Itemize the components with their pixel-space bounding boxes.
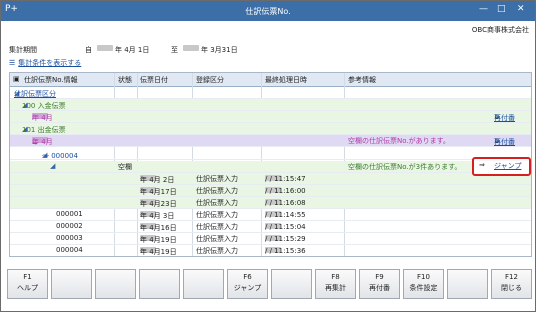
close-button[interactable]: ✕	[517, 4, 525, 14]
col-info: 参考情報	[348, 76, 376, 84]
maximize-button[interactable]: □	[497, 4, 506, 14]
tree-root-row[interactable]: ◢ 仕訳伝票区分	[10, 87, 531, 99]
fkey-blank-button[interactable]	[95, 269, 136, 299]
blank-summary-row[interactable]: ◢ 空欄 空欄の仕訳伝票No.が3件あります。	[10, 161, 531, 173]
jump-link-label: ジャンプ	[494, 162, 522, 170]
fkey-blank-button[interactable]	[447, 269, 488, 299]
period-to-label: 至	[171, 46, 178, 54]
collapse-triangle-icon[interactable]: ◢	[50, 162, 55, 170]
col-status: 状態	[118, 76, 132, 84]
withdraw-label: 101 出金伝票	[22, 126, 66, 134]
f8-recalc-button[interactable]: F8 再集計	[315, 269, 356, 299]
period-from-value: 年 4月 1日	[115, 46, 150, 54]
f9-reissue-button[interactable]: F9 再付番	[359, 269, 400, 299]
table-row[interactable]: 年 4月 2日 仕訳伝票入力 / / 11:15:47	[10, 173, 531, 185]
grid-header: ▣ 仕訳伝票No.情報 状態 伝票日付 登録区分 最終処理日時 参考情報	[10, 73, 531, 87]
period-to-value: 年 3月31日	[201, 46, 238, 54]
withdraw-info: 空欄の仕訳伝票No.があります。	[348, 137, 450, 145]
jump-icon: ⇒	[479, 161, 485, 169]
table-row[interactable]: 年 4月17日 仕訳伝票入力 / / 11:16:00	[10, 185, 531, 197]
blank-info: 空欄の仕訳伝票No.が3件あります。	[348, 163, 462, 171]
range-label: ～ 000004	[42, 152, 78, 160]
col-date: 伝票日付	[140, 76, 168, 84]
col-register: 登録区分	[196, 76, 224, 84]
tree-deposit-year-row[interactable]: ▶年 4月 ↻ 再付番	[10, 111, 531, 123]
minimize-button[interactable]: —	[479, 4, 488, 14]
f12-close-button[interactable]: F12 閉じる	[491, 269, 532, 299]
voucher-grid: ▣ 仕訳伝票No.情報 状態 伝票日付 登録区分 最終処理日時 参考情報 ◢ 仕訳…	[9, 72, 532, 257]
blank-status: 空欄	[118, 163, 132, 171]
table-row[interactable]: 000001 年 4月 3日 仕訳伝票入力 / / 11:14:55	[10, 209, 531, 221]
deposit-label: 100 入金伝票	[22, 102, 66, 110]
tree-deposit-row[interactable]: ◢ 100 入金伝票	[10, 99, 531, 111]
list-icon: ☰	[9, 59, 16, 67]
fkey-blank-button[interactable]	[51, 269, 92, 299]
tree-withdraw-row[interactable]: ◢ 101 出金伝票	[10, 123, 531, 135]
tree-withdraw-year-row[interactable]: ◢年 4月 空欄の仕訳伝票No.があります。 ↻ 再付番	[10, 135, 531, 147]
fkey-blank-button[interactable]	[183, 269, 224, 299]
jump-link[interactable]: ⇒ ジャンプ	[472, 157, 531, 176]
deposit-year-label: 年 4月	[32, 114, 53, 122]
show-conditions-link[interactable]: ☰ 集計条件を表示する	[9, 58, 81, 68]
f6-jump-button[interactable]: F6 ジャンプ	[227, 269, 268, 299]
fkey-blank-button[interactable]	[139, 269, 180, 299]
tree-root-label: 仕訳伝票区分	[14, 90, 56, 98]
table-row[interactable]: 000003 年 4月19日 仕訳伝票入力 / / 11:15:29	[10, 233, 531, 245]
table-row[interactable]: 年 4月23日 仕訳伝票入力 / / 11:16:08	[10, 197, 531, 209]
f1-help-button[interactable]: F1 ヘルプ	[7, 269, 48, 299]
table-row[interactable]: 000004 年 4月19日 仕訳伝票入力 / / 11:15:36	[10, 245, 531, 256]
period-label: 集計期間	[9, 46, 37, 54]
app-window: P+ 仕訳伝票No. — □ ✕ OBC商事株式会社 集計期間 自 年 4月 1…	[0, 0, 536, 312]
f10-conditions-button[interactable]: F10 条件設定	[403, 269, 444, 299]
title-bar: P+ 仕訳伝票No. — □ ✕	[1, 1, 535, 21]
table-row[interactable]: 000002 年 4月16日 仕訳伝票入力 / / 11:15:04	[10, 221, 531, 233]
window-title: 仕訳伝票No.	[245, 7, 291, 16]
withdraw-year-label: 年 4月	[32, 138, 53, 146]
col-last-processed: 最終処理日時	[265, 76, 307, 84]
tree-range-row[interactable]: ◢ ～ 000004	[10, 151, 531, 160]
fkey-blank-button[interactable]	[271, 269, 312, 299]
period-from-label: 自	[85, 46, 92, 54]
function-key-bar: F1 ヘルプ F6 ジャンプ F8 再集計 F9 再付番 F10 条件設定 F12 閉じる	[1, 269, 535, 299]
company-name: OBC商事株式会社	[471, 26, 529, 34]
col-voucher: 仕訳伝票No.情報	[24, 76, 78, 84]
grid-header-icon: ▣	[13, 75, 20, 83]
